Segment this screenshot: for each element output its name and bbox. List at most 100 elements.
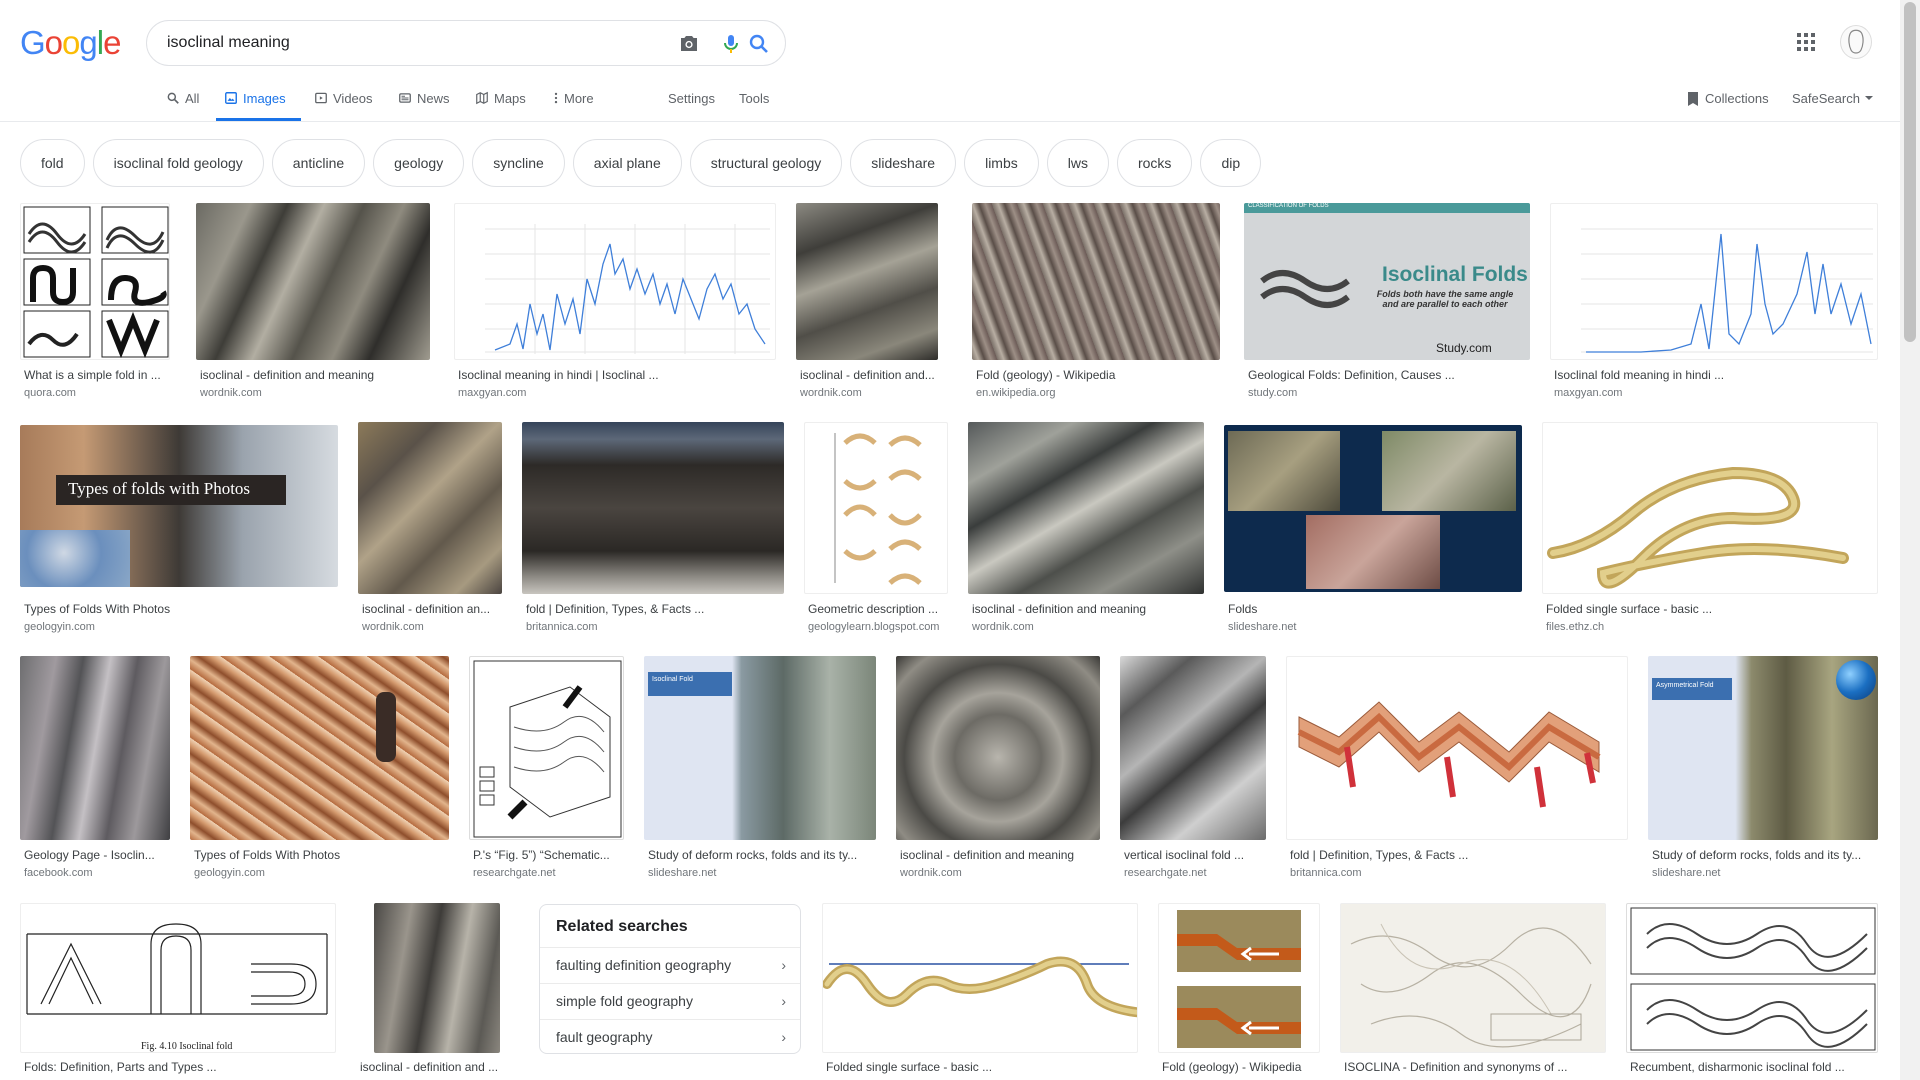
result-thumbnail [1120,656,1266,840]
image-result[interactable]: isoclinal - definition and ... [356,903,518,1080]
result-thumbnail [20,656,170,840]
image-result[interactable]: Folded single surface - basic ... [822,903,1138,1080]
image-result[interactable]: Geology Page - Isoclin... facebook.com [20,656,170,886]
camera-icon[interactable] [677,32,701,56]
image-result[interactable]: Types of Folds With Photos geologyin.com [190,656,449,886]
image-result[interactable]: ISOCLINA - Definition and synonyms of ..… [1340,903,1606,1080]
image-result[interactable]: What is a simple fold in ... quora.com [20,203,170,403]
thumb-label: Isoclinal Fold [648,672,732,696]
result-thumbnail [1340,903,1606,1053]
image-result[interactable]: isoclinal - definition and meaning wordn… [968,422,1204,635]
result-source: wordnik.com [362,621,424,633]
microphone-icon[interactable] [719,32,743,56]
result-source: files.ethz.ch [1546,621,1605,633]
tab-images[interactable]: Images [216,91,301,121]
chip[interactable]: syncline [472,139,565,187]
image-result[interactable]: isoclinal - definition an... wordnik.com [358,422,502,635]
page-scrollbar[interactable] [1900,0,1920,1080]
result-title: isoclinal - definition and... [800,368,935,382]
result-source: wordnik.com [900,867,962,879]
tab-more[interactable]: More [553,91,594,121]
tab-videos[interactable]: Videos [314,91,373,121]
related-search-label: fault geography [556,1029,653,1045]
tab-label: Videos [333,91,373,106]
search-icon [167,92,179,104]
thumb-heading: Isoclinal Folds [1382,263,1528,286]
image-result[interactable]: Geometric description ... geologylearn.b… [804,422,948,635]
chip[interactable]: dip [1200,139,1262,187]
image-result[interactable]: fold | Definition, Types, & Facts ... br… [522,422,784,635]
chip[interactable]: limbs [964,139,1039,187]
result-thumbnail [822,903,1138,1053]
apps-grid-icon[interactable] [1794,30,1818,54]
image-result[interactable]: Types of folds with Photos Types of Fold… [20,425,338,635]
image-result[interactable]: Fold (geology) - Wikipedia [1158,903,1320,1080]
image-result[interactable]: Folded single surface - basic ... files.… [1542,422,1878,635]
account-avatar[interactable] [1840,25,1872,59]
image-result[interactable]: Isoclinal Fold Study of deform rocks, fo… [644,656,876,886]
tools-link[interactable]: Tools [739,91,769,121]
tab-label: All [185,91,200,106]
image-result[interactable]: vertical isoclinal fold ... researchgate… [1120,656,1266,886]
chip[interactable]: fold [20,139,85,187]
image-result[interactable]: Fold (geology) - Wikipedia en.wikipedia.… [972,203,1220,403]
news-icon [399,93,411,103]
settings-link[interactable]: Settings [668,91,715,121]
related-search-item[interactable]: simple fold geography › [540,983,800,1019]
chip[interactable]: rocks [1116,139,1193,187]
image-result[interactable]: fold | Definition, Types, & Facts ... br… [1286,656,1628,886]
image-result[interactable]: Fig. 4.10 Isoclinal fold Folds: Definiti… [20,903,336,1080]
image-result[interactable]: Isoclinal meaning in hindi | Isoclinal .… [454,203,776,403]
chip[interactable]: axial plane [572,139,682,187]
chip[interactable]: lws [1046,139,1109,187]
result-thumbnail [358,422,502,594]
chip[interactable]: structural geology [689,139,843,187]
result-title: P.'s “Fig. 5”) “Schematic... [473,848,610,862]
related-search-item[interactable]: faulting definition geography › [540,947,800,983]
search-icon[interactable] [747,32,771,56]
result-title: Fold (geology) - Wikipedia [976,368,1116,382]
collections-button[interactable]: Collections [1686,91,1769,121]
scrollbar-thumb[interactable] [1904,2,1916,342]
result-title: Folds: Definition, Parts and Types ... [24,1060,217,1074]
result-source: geologyin.com [24,621,95,633]
result-title: Types of Folds With Photos [194,848,341,862]
result-title: Isoclinal fold meaning in hindi ... [1554,368,1725,382]
image-result[interactable]: CLASSIFICATION OF FOLDS Isoclinal Folds … [1244,203,1530,403]
image-result[interactable]: isoclinal - definition and meaning wordn… [196,203,430,403]
image-result[interactable]: Recumbent, disharmonic isoclinal fold ..… [1626,903,1878,1080]
image-result[interactable]: Asymmetrical Fold Study of deform rocks,… [1648,656,1878,886]
tab-all[interactable]: All [166,91,199,121]
tab-maps[interactable]: Maps [475,91,526,121]
search-input[interactable] [167,31,627,55]
chip[interactable]: isoclinal fold geology [92,139,264,187]
chevron-right-icon: › [781,993,786,1009]
result-source: quora.com [24,387,76,399]
bookmark-icon [1688,92,1698,106]
google-logo[interactable]: Google [20,24,121,62]
image-result[interactable]: isoclinal - definition and... wordnik.co… [796,203,938,403]
result-thumbnail [896,656,1100,840]
thumb-watermark: Study.com [1436,341,1492,355]
result-thumbnail [1286,656,1628,840]
result-title: isoclinal - definition and ... [360,1060,499,1074]
result-title: Study of deform rocks, folds and its ty.… [648,848,858,862]
image-result[interactable]: isoclinal - definition and meaning wordn… [896,656,1100,886]
result-thumbnail [190,656,449,840]
result-title: Folded single surface - basic ... [1546,602,1713,616]
image-result[interactable]: Folds slideshare.net [1224,425,1522,635]
related-search-item[interactable]: fault geography › [540,1019,800,1055]
safesearch-dropdown[interactable]: SafeSearch [1792,91,1873,121]
chip[interactable]: slideshare [850,139,957,187]
result-title: fold | Definition, Types, & Facts ... [1290,848,1469,862]
result-thumbnail [1542,422,1878,594]
image-result[interactable]: P.'s “Fig. 5”) “Schematic... researchgat… [469,656,624,886]
tab-news[interactable]: News [398,91,450,121]
chip[interactable]: anticline [271,139,366,187]
image-icon [225,92,237,104]
result-source: researchgate.net [473,867,556,879]
result-title: Folded single surface - basic ... [826,1060,993,1074]
chip[interactable]: geology [373,139,465,187]
image-result[interactable]: Isoclinal fold meaning in hindi ... maxg… [1550,203,1878,403]
result-title: Folds [1228,602,1258,616]
